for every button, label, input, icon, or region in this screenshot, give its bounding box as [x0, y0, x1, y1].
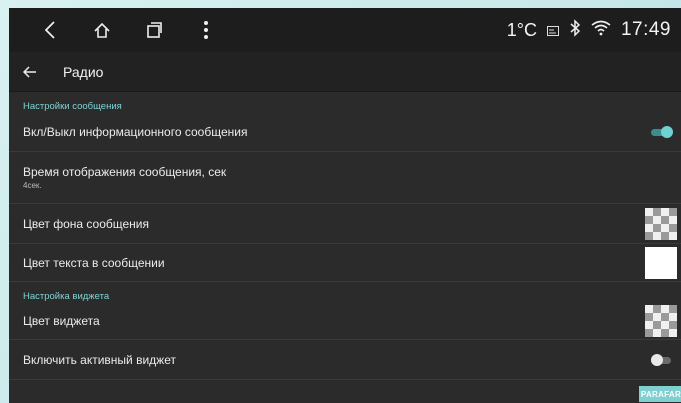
cast-icon [546, 20, 559, 41]
info-message-toggle-row[interactable]: Вкл/Выкл информационного сообщения [9, 112, 681, 152]
section-message-settings: Настройки сообщения [23, 101, 122, 112]
bg-color-swatch[interactable] [645, 207, 677, 240]
bluetooth-icon [569, 18, 581, 42]
text-color-row[interactable]: Цвет текста в сообщении [9, 244, 681, 282]
app-bar: Радио [9, 52, 681, 92]
row-label: Включить активный виджет [23, 352, 176, 367]
widget-color-row[interactable]: Цвет виджета [9, 302, 681, 340]
head-unit-screen: 1°C 17:49 Радио Настройки сообщения Вкл/… [9, 8, 681, 403]
wifi-icon [591, 20, 611, 41]
display-time-row[interactable]: Время отображения сообщения, сек 4сек. [9, 152, 681, 204]
back-nav-icon[interactable] [35, 15, 65, 45]
temperature: 1°C [506, 19, 537, 40]
back-arrow-icon[interactable] [23, 61, 45, 83]
status-bar: 1°C 17:49 [9, 8, 681, 52]
active-widget-row[interactable]: Включить активный виджет [9, 340, 681, 380]
menu-dots-icon[interactable] [191, 15, 221, 45]
bg-color-row[interactable]: Цвет фона сообщения [9, 204, 681, 244]
page-title: Радио [63, 63, 104, 80]
row-label: Цвет текста в сообщении [23, 255, 165, 270]
info-message-toggle[interactable] [651, 125, 673, 138]
widget-color-swatch[interactable] [645, 304, 677, 337]
row-label: Время отображения сообщения, сек [23, 165, 227, 179]
clock: 17:49 [620, 19, 671, 40]
home-icon[interactable] [87, 15, 117, 45]
parafar-logo: PARAFAR [639, 386, 681, 402]
section-widget-settings: Настройка виджета [23, 291, 110, 302]
status-indicators: 1°C 17:49 [506, 18, 671, 42]
active-widget-toggle[interactable] [651, 353, 673, 366]
text-color-swatch[interactable] [645, 246, 677, 279]
recent-apps-icon[interactable] [139, 15, 169, 45]
row-value: 4сек. [23, 181, 42, 190]
row-label: Цвет фона сообщения [23, 216, 149, 231]
row-label: Вкл/Выкл информационного сообщения [23, 124, 248, 139]
partially-visible-row[interactable] [9, 380, 681, 400]
row-label: Цвет виджета [23, 313, 100, 328]
